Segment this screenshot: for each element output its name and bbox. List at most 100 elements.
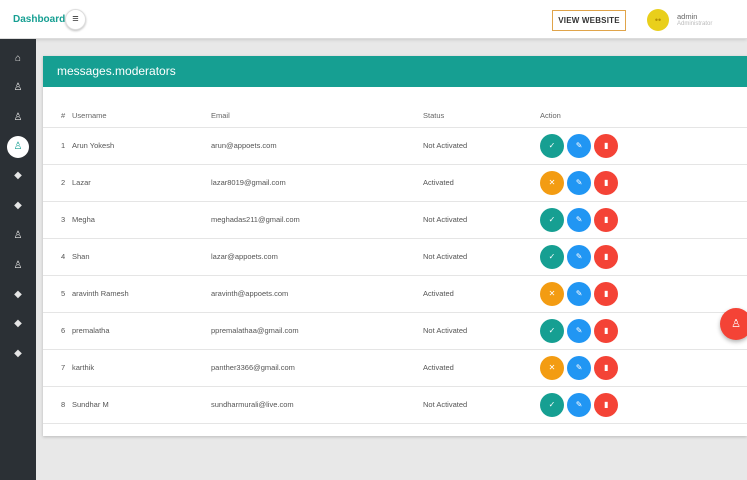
view-website-button[interactable]: VIEW WEBSITE [552,10,626,31]
deactivate-button[interactable]: ✕ [540,281,564,306]
column-header-username: Username [72,104,211,128]
row-status: Not Activated [423,238,540,276]
tag-icon: ◆ [14,289,22,300]
sidebar-item-users[interactable]: ♙ [0,255,36,277]
row-username: Arun Yokesh [72,127,211,165]
edit-button[interactable]: ✎ [567,133,592,158]
user-icon: ♙ [13,230,23,241]
column-header-num: # [43,104,72,128]
row-username: premalatha [72,312,211,350]
floating-user-button[interactable]: ♙ [720,308,747,340]
card-header: messages.moderators [43,56,747,87]
row-username: aravinth Ramesh [72,275,211,313]
sidebar-item-tags[interactable]: ◆ [0,284,36,306]
row-status: Activated [423,275,540,313]
brand-title[interactable]: Dashboard [13,14,65,25]
moderators-table: # Username Email Status Action 1 Arun Yo… [43,104,747,424]
row-status: Activated [423,164,540,202]
row-email: aravinth@appoets.com [211,275,423,313]
edit-button[interactable]: ✎ [567,355,592,380]
user-icon: ♙ [13,82,23,93]
row-number: 5 [43,275,72,313]
tag-icon: ◆ [14,348,22,359]
row-username: Shan [72,238,211,276]
row-number: 1 [43,127,72,165]
row-email: lazar@appoets.com [211,238,423,276]
row-username: Megha [72,201,211,239]
row-status: Not Activated [423,127,540,165]
column-header-status: Status [423,104,540,128]
row-status: Activated [423,349,540,387]
row-actions: ✓ ✎ ▮ [540,312,747,350]
sidebar-item-tags[interactable]: ◆ [0,343,36,365]
row-number: 7 [43,349,72,387]
table-row: 7 karthik panther3366@gmail.com Activate… [43,349,747,387]
delete-button[interactable]: ▮ [594,207,619,232]
edit-button[interactable]: ✎ [567,170,592,195]
tag-icon: ◆ [14,318,22,329]
sidebar-item-users[interactable]: ♙ [0,225,36,247]
delete-button[interactable]: ▮ [594,133,619,158]
delete-button[interactable]: ▮ [594,318,619,343]
row-username: Sundhar M [72,386,211,424]
edit-button[interactable]: ✎ [567,244,592,269]
user-icon: ♙ [13,260,23,271]
deactivate-button[interactable]: ✕ [540,355,564,380]
row-email: lazar8019@gmail.com [211,164,423,202]
user-icon: ♙ [7,136,29,158]
row-status: Not Activated [423,312,540,350]
activate-button[interactable]: ✓ [540,207,564,232]
column-header-email: Email [211,104,423,128]
activate-button[interactable]: ✓ [540,318,564,343]
activate-button[interactable]: ✓ [540,392,564,417]
row-number: 3 [43,201,72,239]
sidebar-item-moderators[interactable]: ♙ [0,136,36,158]
deactivate-button[interactable]: ✕ [540,170,564,195]
sidebar-item-users[interactable]: ♙ [0,107,36,129]
delete-button[interactable]: ▮ [594,392,619,417]
user-icon: ♙ [13,112,23,123]
row-username: karthik [72,349,211,387]
row-actions: ✕ ✎ ▮ [540,275,747,313]
avatar[interactable]: •• [647,9,669,31]
top-bar: Dashboard ≡ VIEW WEBSITE •• admin Admini… [0,0,747,39]
table-row: 8 Sundhar M sundharmurali@live.com Not A… [43,386,747,424]
delete-button[interactable]: ▮ [594,355,619,380]
column-header-action: Action [540,104,747,128]
moderators-card: messages.moderators # Username Email Sta… [43,56,747,436]
edit-button[interactable]: ✎ [567,392,592,417]
row-number: 4 [43,238,72,276]
row-username: Lazar [72,164,211,202]
sidebar-item-home[interactable]: ⌂ [0,48,36,70]
table-row: 6 premalatha ppremalathaa@gmail.com Not … [43,312,747,350]
tag-icon: ◆ [14,200,22,211]
menu-toggle-icon[interactable]: ≡ [65,9,86,30]
activate-button[interactable]: ✓ [540,244,564,269]
delete-button[interactable]: ▮ [594,244,619,269]
sidebar-item-tags[interactable]: ◆ [0,313,36,335]
sidebar-item-tags[interactable]: ◆ [0,195,36,217]
table-row: 5 aravinth Ramesh aravinth@appoets.com A… [43,275,747,313]
sidebar: ⌂ ♙ ♙ ♙ ◆ ◆ ♙ ♙ ◆ ◆ ◆ [0,39,36,480]
page-title: messages.moderators [57,64,176,78]
row-email: ppremalathaa@gmail.com [211,312,423,350]
row-actions: ✕ ✎ ▮ [540,349,747,387]
row-number: 8 [43,386,72,424]
table-row: 1 Arun Yokesh arun@appoets.com Not Activ… [43,127,747,165]
edit-button[interactable]: ✎ [567,318,592,343]
delete-button[interactable]: ▮ [594,281,619,306]
row-actions: ✓ ✎ ▮ [540,127,747,165]
edit-button[interactable]: ✎ [567,207,592,232]
activate-button[interactable]: ✓ [540,133,564,158]
edit-button[interactable]: ✎ [567,281,592,306]
row-email: arun@appoets.com [211,127,423,165]
delete-button[interactable]: ▮ [594,170,619,195]
row-number: 6 [43,312,72,350]
table-row: 2 Lazar lazar8019@gmail.com Activated ✕ … [43,164,747,202]
table-row: 3 Megha meghadas211@gmail.com Not Activa… [43,201,747,239]
home-icon: ⌂ [14,53,22,64]
sidebar-item-tags[interactable]: ◆ [0,165,36,187]
sidebar-item-users[interactable]: ♙ [0,77,36,99]
row-actions: ✕ ✎ ▮ [540,164,747,202]
row-number: 2 [43,164,72,202]
